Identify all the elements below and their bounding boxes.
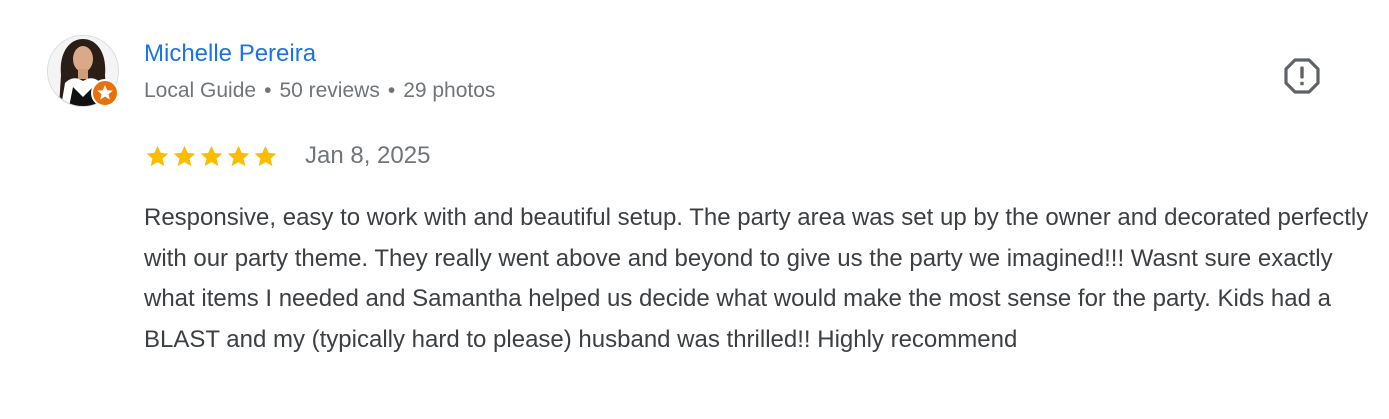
star-icon (146, 145, 169, 166)
local-guide-label: Local Guide (144, 79, 257, 102)
author-avatar[interactable] (47, 35, 119, 107)
report-icon (1284, 58, 1320, 94)
separator: • (264, 79, 272, 102)
review-count: 50 reviews (279, 79, 380, 102)
review-date: Jan 8, 2025 (305, 142, 431, 169)
rating-row: Jan 8, 2025 (144, 140, 430, 172)
star-icon (227, 145, 250, 166)
star-icon (173, 145, 196, 166)
author-name[interactable]: Michelle Pereira (144, 39, 316, 69)
star-rating (144, 143, 279, 170)
star-icon (254, 145, 277, 166)
local-guide-badge-icon (91, 79, 119, 107)
review-text: Responsive, easy to work with and beauti… (144, 204, 1369, 353)
photo-count: 29 photos (403, 79, 496, 102)
report-review-button[interactable] (1281, 55, 1323, 97)
review-card: Michelle Pereira Local Guide • 50 reviews •… (0, 0, 1389, 419)
separator: • (387, 79, 396, 102)
author-meta: Local Guide • 50 reviews • 29 photos (144, 77, 495, 105)
star-icon (200, 145, 223, 166)
